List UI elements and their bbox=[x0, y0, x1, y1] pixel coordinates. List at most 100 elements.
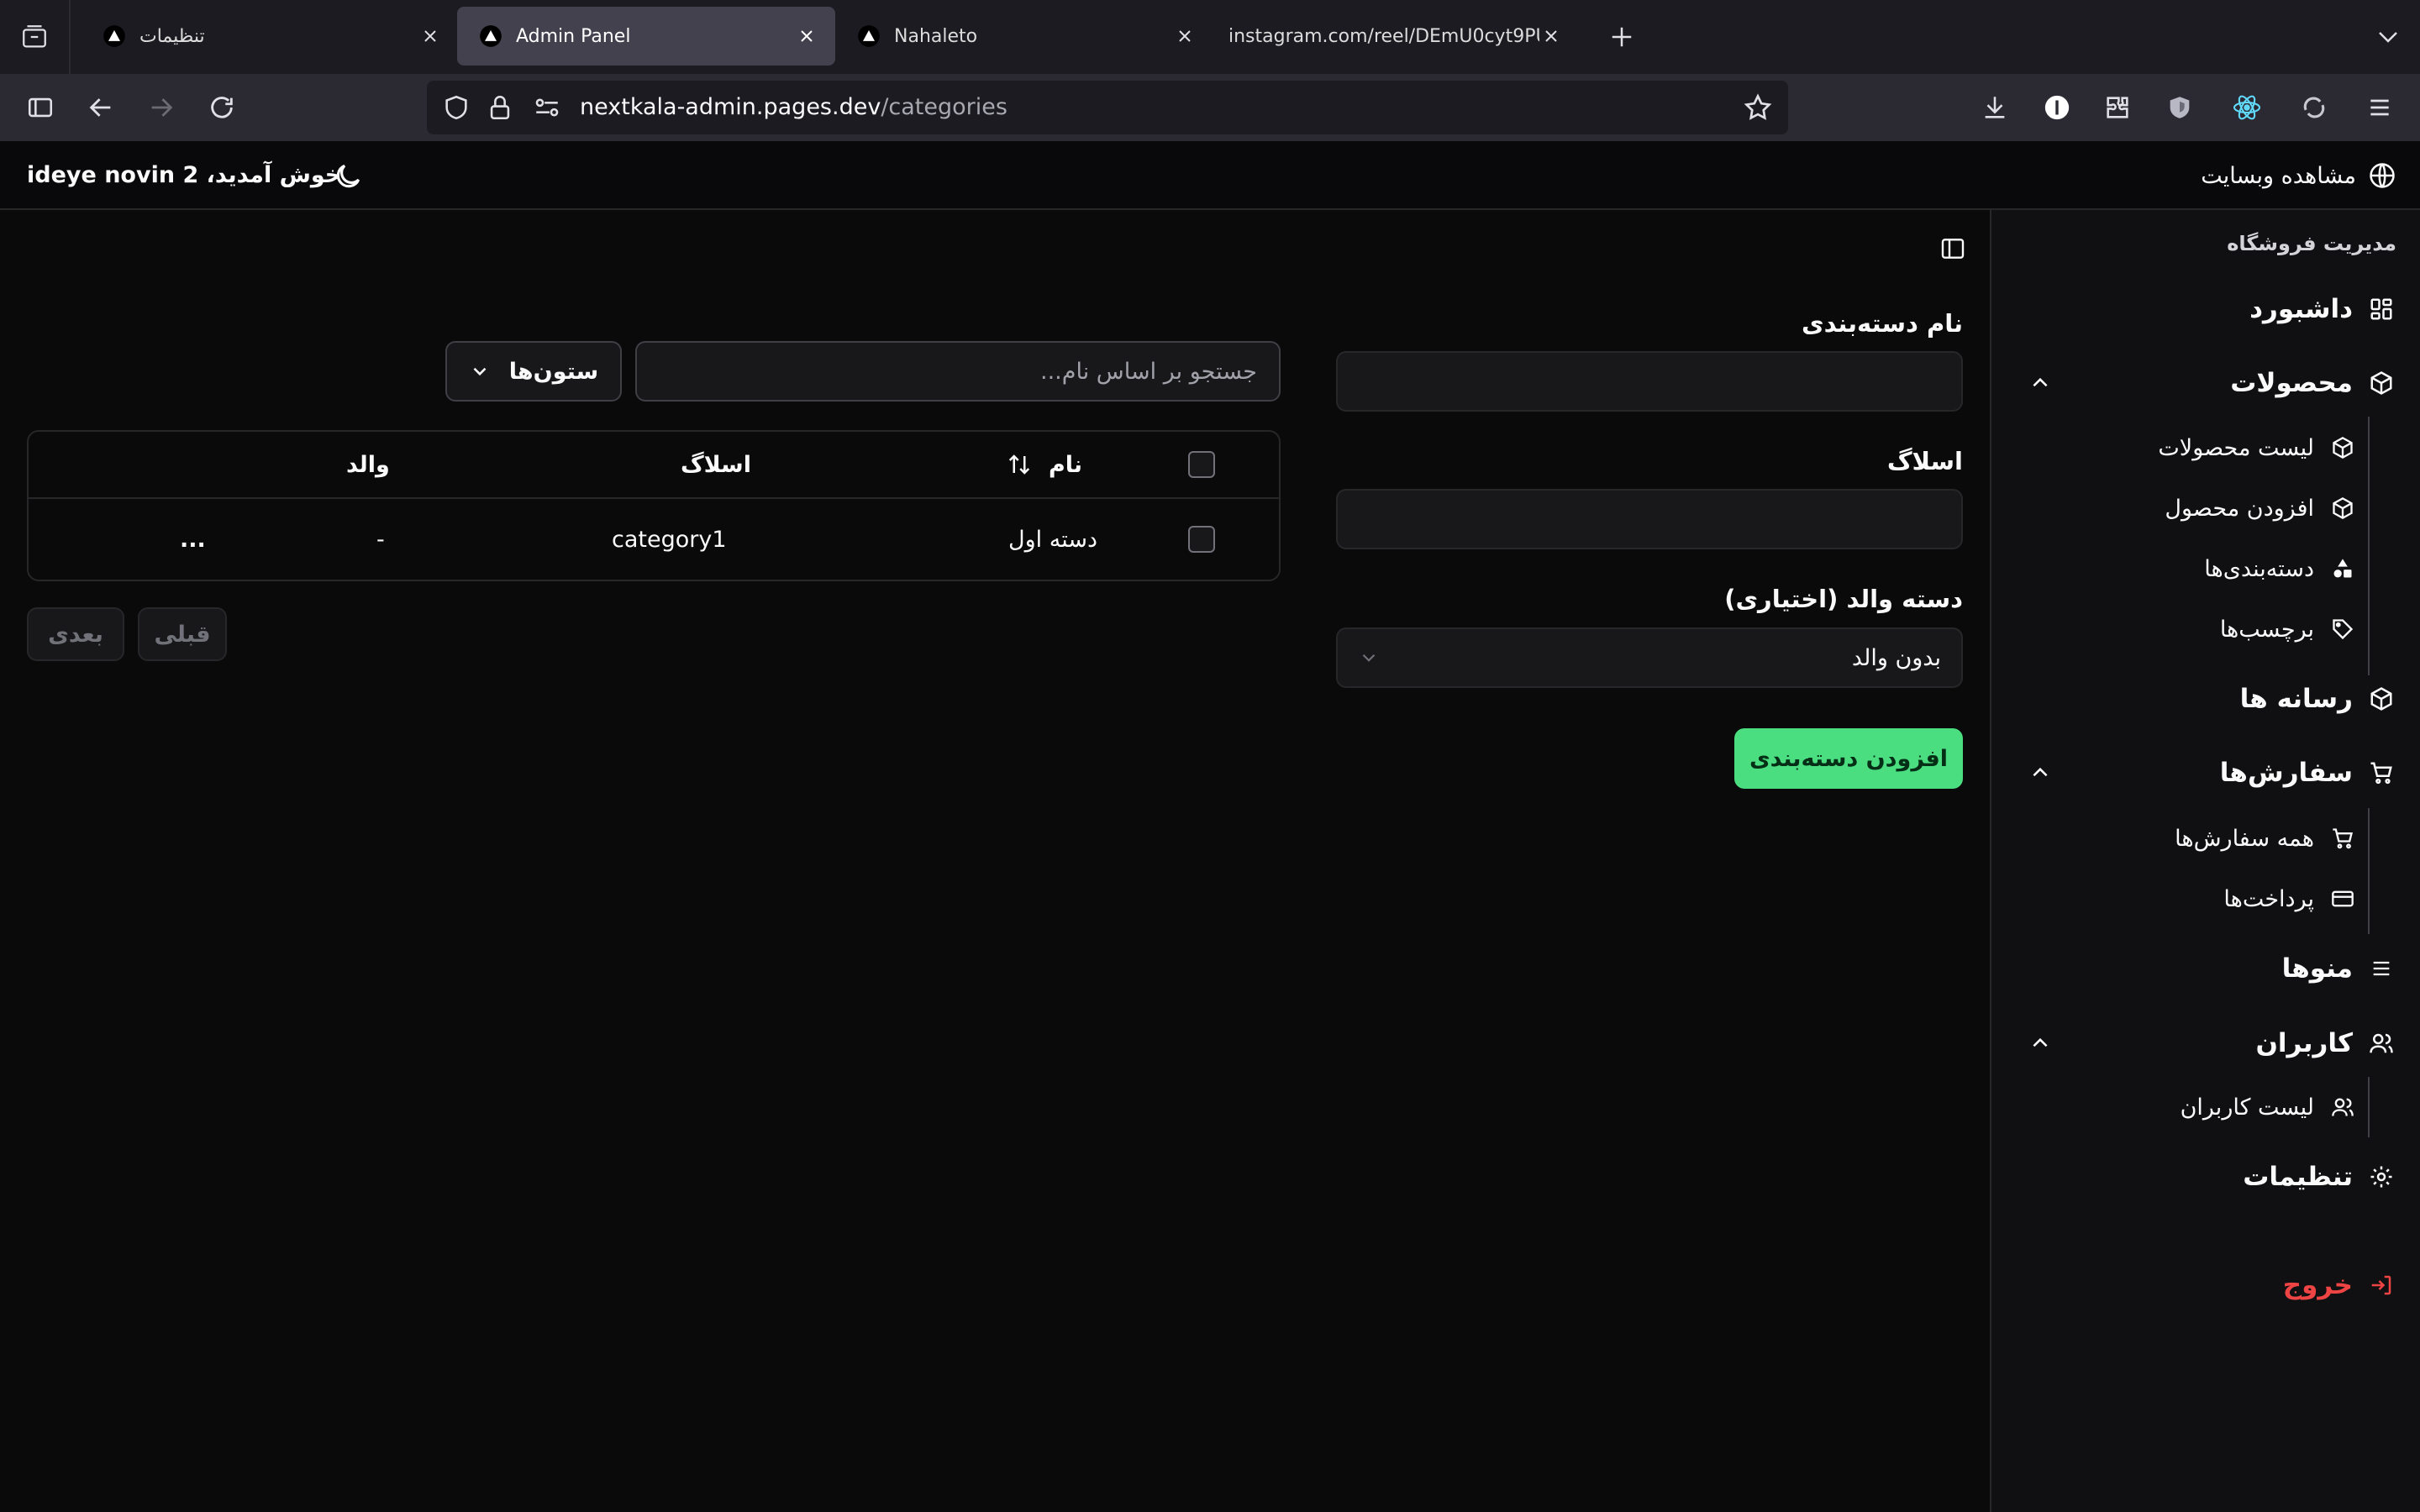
sidebar-item-payments[interactable]: پرداخت‌ها bbox=[2223, 875, 2356, 922]
reload-button[interactable] bbox=[203, 89, 240, 126]
category-name-label: نام دسته‌بندی bbox=[1801, 309, 1963, 338]
chevron-down-icon bbox=[2379, 32, 2397, 43]
app-menu-button[interactable] bbox=[2361, 89, 2398, 126]
select-all-checkbox[interactable] bbox=[1188, 451, 1215, 478]
sidebar-item-label: رسانه ها bbox=[2239, 684, 2353, 714]
package-icon bbox=[2368, 370, 2395, 396]
columns-toggle-button[interactable]: ستون‌ها bbox=[445, 341, 622, 402]
sidebar-item-products[interactable]: محصولات bbox=[2230, 360, 2395, 407]
globe-icon bbox=[2370, 163, 2395, 188]
chevron-down-icon bbox=[473, 367, 487, 376]
sidebar-item-label: دسته‌بندی‌ها bbox=[2204, 555, 2314, 582]
header-label: والد bbox=[346, 451, 390, 478]
name-column-header[interactable]: نام bbox=[1007, 432, 1082, 497]
search-input[interactable] bbox=[635, 341, 1281, 402]
close-tab-icon[interactable] bbox=[1173, 24, 1197, 48]
slug-label: اسلاگ bbox=[1886, 447, 1963, 475]
lock-icon[interactable] bbox=[486, 92, 514, 123]
sidebar-item-product-list[interactable]: لیست محصولات bbox=[2158, 424, 2356, 471]
app-header: خوش آمدید، ideye novin 2 مشاهده وبسایت bbox=[0, 141, 2420, 210]
shopping-cart-icon bbox=[2368, 759, 2395, 786]
users-icon bbox=[2329, 1094, 2356, 1121]
tab-title: instagram.com/reel/DEmU0cyt9PU/? bbox=[1228, 25, 1539, 47]
parent-category-value: بدون والد bbox=[1851, 644, 1941, 671]
package-icon bbox=[2329, 495, 2356, 522]
browser-tab-admin-panel[interactable]: Admin Panel bbox=[457, 7, 835, 66]
theme-toggle-button[interactable] bbox=[329, 158, 366, 195]
url-path: /categories bbox=[881, 94, 1007, 120]
sidebar-item-categories[interactable]: دسته‌بندی‌ها bbox=[2204, 545, 2356, 592]
browser-tab-nahaleto[interactable]: Nahaleto bbox=[835, 7, 1213, 66]
menu-lines-icon bbox=[2368, 955, 2395, 982]
category-name-input[interactable] bbox=[1336, 351, 1963, 412]
sidebar-item-label: کاربران bbox=[2255, 1028, 2353, 1058]
url-text[interactable]: nextkala-admin.pages.dev/categories bbox=[580, 81, 1007, 134]
close-tab-icon[interactable] bbox=[418, 24, 442, 48]
sidebar-item-logout[interactable]: خروج bbox=[2283, 1262, 2395, 1309]
downloads-button[interactable] bbox=[1976, 89, 2013, 126]
next-page-button[interactable]: بعدی bbox=[27, 607, 124, 661]
browser-tab-instagram[interactable]: instagram.com/reel/DEmU0cyt9PU/? bbox=[1207, 7, 1580, 66]
sidebar-item-user-list[interactable]: لیست کاربران bbox=[2181, 1084, 2356, 1131]
table-row: دسته اول category1 - ... bbox=[29, 499, 1279, 580]
products-collapse-chevron[interactable] bbox=[2025, 368, 2055, 398]
close-tab-icon[interactable] bbox=[1539, 24, 1563, 48]
extensions-button[interactable] bbox=[2099, 89, 2136, 126]
arrow-left-icon bbox=[89, 98, 111, 117]
browser-tab-settings[interactable]: تنظیمات bbox=[81, 7, 459, 66]
row-name-cell: دسته اول bbox=[1008, 526, 1098, 553]
sidebar-item-dashboard[interactable]: داشبورد bbox=[2249, 286, 2395, 333]
tab-overview-button[interactable] bbox=[0, 0, 71, 74]
sidebar-item-orders[interactable]: سفارش‌ها bbox=[2220, 749, 2395, 796]
sidebar-item-label: سفارش‌ها bbox=[2219, 758, 2353, 788]
back-button[interactable] bbox=[82, 89, 119, 126]
shield-extension-button[interactable] bbox=[2161, 89, 2198, 126]
sidebar-item-label: داشبورد bbox=[2249, 294, 2353, 324]
new-tab-button[interactable] bbox=[1607, 22, 1637, 52]
previous-page-button[interactable]: قبلی bbox=[138, 607, 227, 661]
bookmark-star-icon[interactable] bbox=[1743, 92, 1773, 123]
extension-info-button[interactable] bbox=[2039, 89, 2075, 126]
sync-extension-button[interactable] bbox=[2296, 89, 2333, 126]
chevron-up-icon bbox=[2033, 1037, 2048, 1047]
address-bar[interactable]: nextkala-admin.pages.dev/categories bbox=[427, 81, 1788, 134]
forward-button[interactable] bbox=[143, 89, 180, 126]
row-actions-button[interactable]: ... bbox=[180, 499, 206, 580]
react-devtools-button[interactable] bbox=[2228, 89, 2265, 126]
row-checkbox[interactable] bbox=[1188, 526, 1215, 553]
welcome-message: خوش آمدید، ideye novin 2 bbox=[27, 162, 342, 188]
gear-icon bbox=[2368, 1163, 2395, 1190]
view-website-link[interactable]: مشاهده وبسایت bbox=[2201, 141, 2396, 210]
orders-collapse-chevron[interactable] bbox=[2025, 758, 2055, 788]
tab-title: Admin Panel bbox=[516, 25, 631, 47]
parent-category-select[interactable]: بدون والد bbox=[1336, 627, 1963, 688]
list-all-tabs-button[interactable] bbox=[2371, 20, 2405, 54]
view-website-label: مشاهده وبسایت bbox=[2201, 162, 2356, 189]
collapse-sidebar-button[interactable] bbox=[1938, 234, 1968, 264]
sidebar-item-users[interactable]: کاربران bbox=[2255, 1020, 2395, 1067]
sidebar-item-all-orders[interactable]: همه سفارش‌ها bbox=[2175, 815, 2356, 862]
users-icon bbox=[2368, 1030, 2395, 1057]
package-icon bbox=[2329, 434, 2356, 461]
add-category-button[interactable]: افزودن دسته‌بندی bbox=[1734, 728, 1963, 789]
chevron-down-icon bbox=[1362, 654, 1376, 662]
sidebar-item-settings[interactable]: تنظیمات bbox=[2243, 1153, 2395, 1200]
row-parent-cell: - bbox=[376, 526, 385, 553]
sidebar-item-label: لیست محصولات bbox=[2158, 434, 2314, 461]
sidebar-item-media[interactable]: رسانه ها bbox=[2240, 675, 2395, 722]
site-permissions-icon[interactable] bbox=[533, 93, 561, 122]
arrow-right-icon bbox=[151, 98, 173, 117]
close-tab-icon[interactable] bbox=[795, 24, 818, 48]
sidebar-item-tags[interactable]: برچسب‌ها bbox=[2220, 606, 2356, 653]
parent-category-label: دسته والد (اختیاری) bbox=[1724, 585, 1963, 613]
info-circle-icon bbox=[2044, 95, 2070, 120]
shapes-icon bbox=[2329, 555, 2356, 582]
tag-icon bbox=[2329, 616, 2356, 643]
tracking-protection-icon[interactable] bbox=[442, 92, 471, 123]
sidebar-toggle-button[interactable] bbox=[22, 89, 59, 126]
slug-input[interactable] bbox=[1336, 489, 1963, 549]
users-collapse-chevron[interactable] bbox=[2025, 1028, 2055, 1058]
sidebar-item-add-product[interactable]: افزودن محصول bbox=[2165, 485, 2356, 532]
puzzle-icon bbox=[2107, 97, 2128, 118]
sidebar-item-menus[interactable]: منوها bbox=[2282, 945, 2395, 992]
